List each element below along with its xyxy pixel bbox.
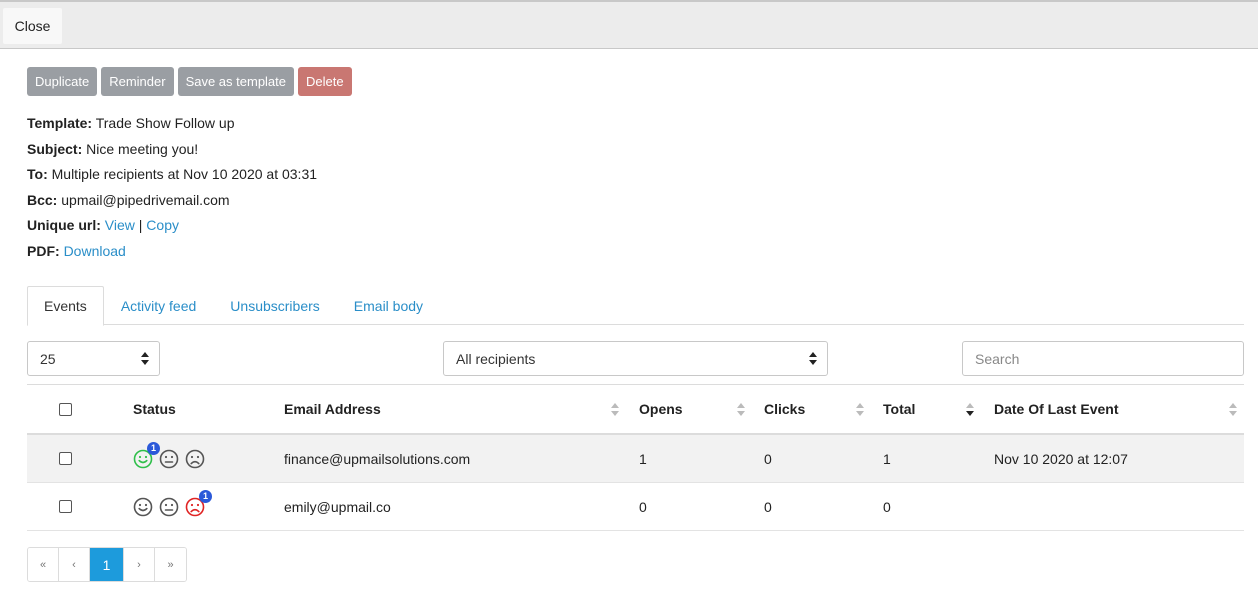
select-all-cell (59, 385, 72, 433)
header-date-of-last-event[interactable]: Date Of Last Event (994, 385, 1118, 433)
neutral-face-icon (159, 497, 179, 517)
email-address: finance@upmailsolutions.com (284, 450, 471, 467)
select-caret-icon (141, 352, 149, 366)
sort-icon[interactable] (737, 403, 745, 417)
clicks-count: 0 (764, 498, 772, 515)
save-as-template-button[interactable]: Save as template (177, 67, 295, 96)
opens-count: 1 (639, 450, 647, 467)
pdf-row: PDF: Download (27, 242, 317, 268)
total-count: 1 (883, 450, 891, 467)
select-caret-icon (809, 352, 817, 366)
download-link[interactable]: Download (64, 243, 126, 259)
header-opens[interactable]: Opens (639, 385, 683, 433)
page-size-select[interactable]: 25 (27, 341, 160, 376)
opens-count: 0 (639, 498, 647, 515)
subject-value: Nice meeting you! (86, 140, 199, 157)
bcc-label: Bcc: (27, 191, 58, 208)
copy-link[interactable]: Copy (146, 217, 179, 233)
table-row: 1 emily@upmail.co 0 0 0 (27, 483, 1244, 531)
to-label: To: (27, 166, 48, 182)
unique-url-row: Unique url: View | Copy (27, 216, 317, 242)
link-separator: | (138, 217, 143, 233)
table-header: Status Email Address Opens Clicks Total … (27, 384, 1244, 435)
tab-bar: Events Activity feed Unsubscribers Email… (27, 286, 1244, 326)
template-row: Template: Trade Show Follow up (27, 114, 317, 140)
sad-face-icon (185, 449, 205, 469)
sort-icon[interactable] (856, 403, 864, 417)
template-label: Template: (27, 115, 93, 131)
last-page-button[interactable]: » (155, 548, 186, 581)
top-toolbar: Close (0, 0, 1258, 49)
previous-page-button[interactable]: ‹ (59, 548, 90, 581)
happy-face-icon: 1 (133, 441, 160, 469)
page-size-value: 25 (40, 350, 56, 367)
row-checkbox[interactable] (59, 500, 72, 513)
recipients-value: All recipients (456, 350, 536, 367)
happy-face-icon (133, 497, 153, 517)
subject-row: Subject: Nice meeting you! (27, 140, 317, 166)
first-page-button[interactable]: « (28, 548, 59, 581)
bcc-value: upmail@pipedrivemail.com (61, 191, 230, 208)
status-icons: 1 (133, 441, 205, 469)
delete-button[interactable]: Delete (298, 67, 352, 96)
header-email-address[interactable]: Email Address (284, 385, 381, 433)
sad-face-icon: 1 (185, 489, 212, 517)
campaign-details: Template: Trade Show Follow up Subject: … (27, 114, 317, 267)
status-icons: 1 (133, 489, 212, 517)
to-value: Multiple recipients at Nov 10 2020 at 03… (51, 166, 318, 182)
select-all-checkbox[interactable] (59, 402, 72, 416)
template-value: Trade Show Follow up (95, 115, 235, 131)
subject-label: Subject: (27, 140, 83, 157)
unique-url-label: Unique url: (27, 217, 101, 233)
count-badge: 1 (199, 489, 212, 503)
to-row: To: Multiple recipients at Nov 10 2020 a… (27, 165, 317, 191)
header-status[interactable]: Status (133, 385, 176, 433)
bcc-row: Bcc: upmail@pipedrivemail.com (27, 191, 317, 217)
total-count: 0 (883, 498, 891, 515)
header-total[interactable]: Total (883, 385, 915, 433)
current-page-button[interactable]: 1 (90, 548, 124, 581)
sort-icon[interactable] (1229, 403, 1237, 417)
recipients-select[interactable]: All recipients (443, 341, 828, 376)
email-address: emily@upmail.co (284, 498, 391, 515)
tab-email-body[interactable]: Email body (337, 286, 440, 325)
neutral-face-icon (159, 449, 179, 469)
pdf-label: PDF: (27, 242, 60, 259)
tab-events[interactable]: Events (27, 286, 104, 326)
clicks-count: 0 (764, 450, 772, 467)
sort-desc-icon[interactable] (966, 403, 974, 417)
action-buttons: Duplicate Reminder Save as template Dele… (27, 67, 352, 96)
last-event-date: Nov 10 2020 at 12:07 (994, 450, 1128, 467)
next-page-button[interactable]: › (124, 548, 155, 581)
reminder-button[interactable]: Reminder (101, 67, 174, 96)
header-clicks[interactable]: Clicks (764, 385, 805, 433)
row-checkbox[interactable] (59, 452, 72, 465)
sort-icon[interactable] (611, 403, 619, 417)
view-link[interactable]: View (105, 217, 135, 233)
tab-unsubscribers[interactable]: Unsubscribers (213, 286, 336, 325)
search-input[interactable] (962, 341, 1244, 376)
close-button[interactable]: Close (3, 8, 62, 44)
duplicate-button[interactable]: Duplicate (27, 67, 98, 96)
table-row: 1 finance@upmailsolutions.com 1 0 1 Nov … (27, 435, 1244, 483)
tab-activity-feed[interactable]: Activity feed (104, 286, 213, 325)
pagination: « ‹ 1 › » (27, 547, 187, 582)
